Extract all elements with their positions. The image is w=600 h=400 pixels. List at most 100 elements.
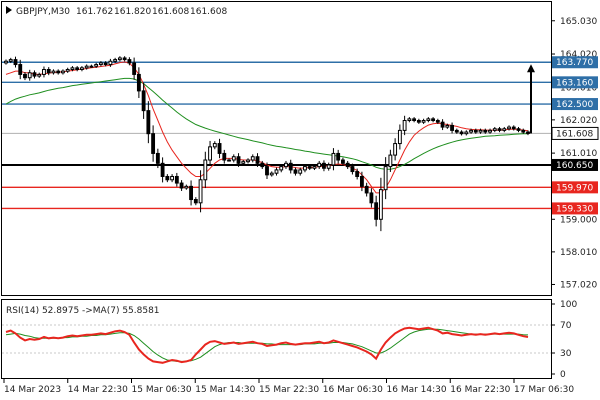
candle-body: [312, 166, 317, 169]
candle-body: [374, 202, 379, 220]
candle-body: [359, 175, 364, 187]
candle-body: [108, 60, 113, 66]
price-level-tag-label: 163.770: [556, 58, 593, 68]
candle-body: [364, 185, 369, 194]
candle-body: [497, 128, 502, 131]
candle-body: [507, 126, 511, 130]
candle-body: [61, 70, 65, 74]
rsi-panel[interactable]: 100 70 30 0 RSI(14) 52.8975 ->MA(7) 55.8581: [1, 299, 578, 381]
candle-body: [464, 131, 469, 135]
candle-body: [450, 124, 454, 131]
candle-body: [407, 118, 412, 122]
symbol-label: GBPJPY,M30: [16, 7, 70, 17]
candle-body: [37, 73, 42, 77]
candle-body: [65, 68, 70, 72]
candle-body: [89, 65, 94, 68]
ohlc-open: 161.762: [76, 7, 113, 17]
candle-body: [303, 166, 307, 171]
candle-body: [459, 131, 464, 135]
price-level-tag-label: 160.650: [556, 161, 593, 171]
candle-body: [383, 166, 388, 191]
candle-body: [8, 59, 13, 62]
candle-body: [80, 67, 84, 70]
candle-body: [141, 90, 146, 112]
candle-body: [331, 152, 336, 166]
candle-body: [288, 162, 293, 171]
candle-body: [146, 110, 151, 135]
candle-body: [412, 118, 417, 122]
price-tick-label: 162.020: [560, 116, 597, 126]
rsi-tick-label: 0: [560, 370, 566, 380]
price-panel[interactable]: 165.030164.020163.010162.020161.010160.0…: [1, 1, 599, 296]
candle-body: [155, 152, 160, 164]
candle-body: [336, 152, 341, 161]
ohlc-high: 161.820: [114, 7, 151, 17]
candle-body: [4, 60, 8, 64]
candle-body: [269, 172, 274, 176]
candle-body: [122, 57, 127, 61]
candle-body: [117, 57, 122, 61]
candle-body: [46, 68, 51, 74]
time-tick-label: 16 Mar 14:30: [387, 385, 447, 395]
candle-body: [165, 175, 170, 181]
candle-body: [132, 62, 137, 75]
candle-body: [483, 129, 488, 133]
candle-body: [298, 169, 303, 174]
price-level-tag-label: 159.970: [556, 183, 593, 193]
candle-body: [378, 189, 383, 220]
candle-body: [179, 182, 184, 189]
candle-body: [511, 126, 516, 130]
candle-body: [70, 67, 75, 70]
candle-body: [32, 72, 37, 77]
candle-body: [222, 152, 227, 161]
candle-body: [445, 124, 450, 128]
candle-body: [260, 162, 265, 168]
candle-body: [23, 73, 27, 79]
candle-body: [431, 118, 436, 122]
price-level-tag-label: 159.330: [556, 204, 593, 214]
candle-body: [274, 169, 279, 174]
candle-body: [227, 159, 231, 162]
time-tick-label: 15 Mar 22:30: [259, 385, 319, 395]
price-level-tag-label: 162.500: [556, 100, 593, 110]
chart-header: GBPJPY,M30 161.762 161.820 161.608 161.6…: [6, 6, 227, 17]
candle-body: [478, 129, 483, 133]
rsi-axis: 100 70 30 0: [551, 300, 577, 380]
candle-body: [516, 128, 521, 131]
candle-body: [174, 175, 179, 184]
candle-body: [488, 129, 492, 133]
candle-body: [84, 65, 89, 69]
candle-body: [265, 166, 269, 176]
candle-body: [350, 166, 355, 173]
price-level-tag-label: 163.160: [556, 78, 593, 88]
ohlc-low: 161.608: [152, 7, 189, 17]
time-tick-label: 16 Mar 06:30: [323, 385, 383, 395]
ma-slow-line: [5, 77, 528, 170]
candle-body: [113, 59, 118, 62]
candle-body: [322, 162, 326, 169]
candle-body: [217, 143, 222, 154]
candle-body: [279, 166, 284, 171]
symbol-arrow-icon: [6, 6, 12, 14]
candle-body: [98, 62, 103, 66]
candle-body: [231, 156, 236, 161]
candle-body: [426, 118, 431, 122]
candle-body: [469, 129, 473, 133]
candle-body: [42, 68, 46, 75]
target-arrow-layer: [527, 64, 535, 134]
candle-body: [56, 70, 61, 74]
candle-body: [393, 143, 398, 156]
time-tick-label: 15 Mar 06:30: [132, 385, 192, 395]
candle-body: [151, 133, 156, 154]
candle-body: [502, 128, 507, 131]
candle-body: [27, 72, 32, 79]
candle-body: [416, 120, 421, 123]
candle-body: [388, 154, 393, 168]
candle-body: [160, 162, 165, 177]
price-tick-label: 159.000: [560, 215, 597, 225]
candle-body: [473, 129, 478, 133]
price-tick-label: 165.030: [560, 17, 597, 27]
candle-body: [75, 67, 80, 70]
candle-body: [250, 156, 255, 161]
candle-body: [526, 131, 530, 134]
